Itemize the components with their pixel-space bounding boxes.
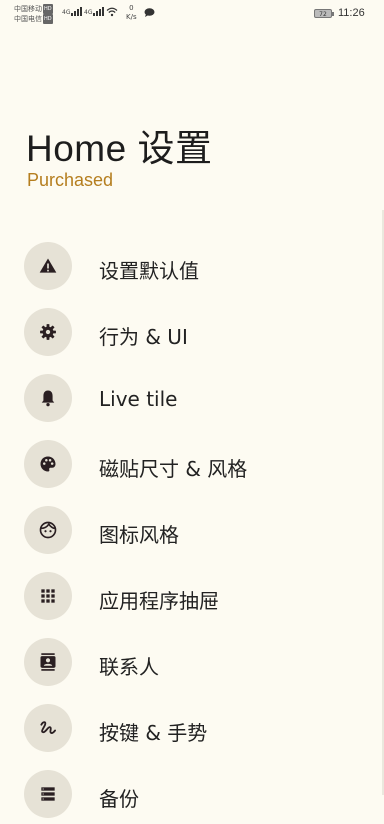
status-bar: 中国移动 HD 中国电信 HD 4G 4G 0 K/s 72 11:26 — [0, 0, 384, 28]
icon-circle — [24, 308, 72, 356]
menu-item-label: 磁贴尺寸 & 风格 — [99, 457, 248, 481]
warning-icon — [39, 258, 57, 273]
icon-circle — [24, 506, 72, 554]
hd-badge: HD — [43, 4, 53, 14]
menu-item-label: 设置默认值 — [99, 259, 199, 283]
icon-circle — [24, 704, 72, 752]
signal-icon: 4G — [62, 7, 83, 16]
message-icon — [144, 8, 155, 17]
menu-item-label: 行为 & UI — [99, 325, 188, 349]
menu-item-defaults[interactable]: 设置默认值 — [0, 236, 384, 296]
gear-icon — [40, 324, 56, 340]
face-icon — [39, 521, 57, 539]
icon-circle — [24, 440, 72, 488]
menu-item-tile-size-style[interactable]: 磁贴尺寸 & 风格 — [0, 434, 384, 494]
net-speed: 0 K/s — [126, 4, 137, 22]
clock: 11:26 — [338, 7, 365, 19]
wifi-icon — [106, 7, 118, 17]
battery-icon: 72 — [314, 9, 334, 18]
signal-icon: 4G — [84, 7, 105, 16]
menu-item-keys-gestures[interactable]: 按键 & 手势 — [0, 698, 384, 758]
page-title: Home 设置 — [26, 128, 213, 169]
menu-item-behavior-ui[interactable]: 行为 & UI — [0, 302, 384, 362]
menu-item-live-tile[interactable]: Live tile — [0, 368, 384, 428]
menu-item-app-drawer[interactable]: 应用程序抽屉 — [0, 566, 384, 626]
menu-item-contacts[interactable]: 联系人 — [0, 632, 384, 692]
carrier-2: 中国电信 — [14, 15, 42, 23]
hd-badge: HD — [43, 14, 53, 24]
icon-circle — [24, 638, 72, 686]
icon-circle — [24, 242, 72, 290]
menu-item-label: 图标风格 — [99, 523, 179, 547]
menu-item-backup[interactable]: 备份 — [0, 764, 384, 824]
carrier-info: 中国移动 HD 中国电信 HD — [14, 4, 53, 24]
menu-item-label: 备份 — [99, 787, 139, 811]
gesture-icon — [40, 721, 56, 734]
carrier-1: 中国移动 — [14, 5, 42, 13]
net-speed-unit: K/s — [126, 13, 137, 21]
bell-icon — [41, 390, 55, 407]
apps-grid-icon — [41, 589, 55, 603]
net-speed-value: 0 — [129, 4, 134, 12]
purchase-status: Purchased — [27, 170, 114, 190]
menu-item-label: 联系人 — [99, 655, 159, 679]
menu-item-label: 应用程序抽屉 — [99, 589, 219, 613]
storage-icon — [41, 787, 55, 801]
menu-item-label: 按键 & 手势 — [99, 721, 208, 745]
menu-item-label: Live tile — [99, 387, 178, 411]
menu-item-icon-style[interactable]: 图标风格 — [0, 500, 384, 560]
net-type-label: 4G — [84, 9, 93, 16]
icon-circle — [24, 374, 72, 422]
icon-circle — [24, 572, 72, 620]
icon-circle — [24, 770, 72, 818]
contact-card-icon — [40, 653, 56, 671]
net-type-label: 4G — [62, 9, 71, 16]
palette-icon — [40, 456, 56, 472]
